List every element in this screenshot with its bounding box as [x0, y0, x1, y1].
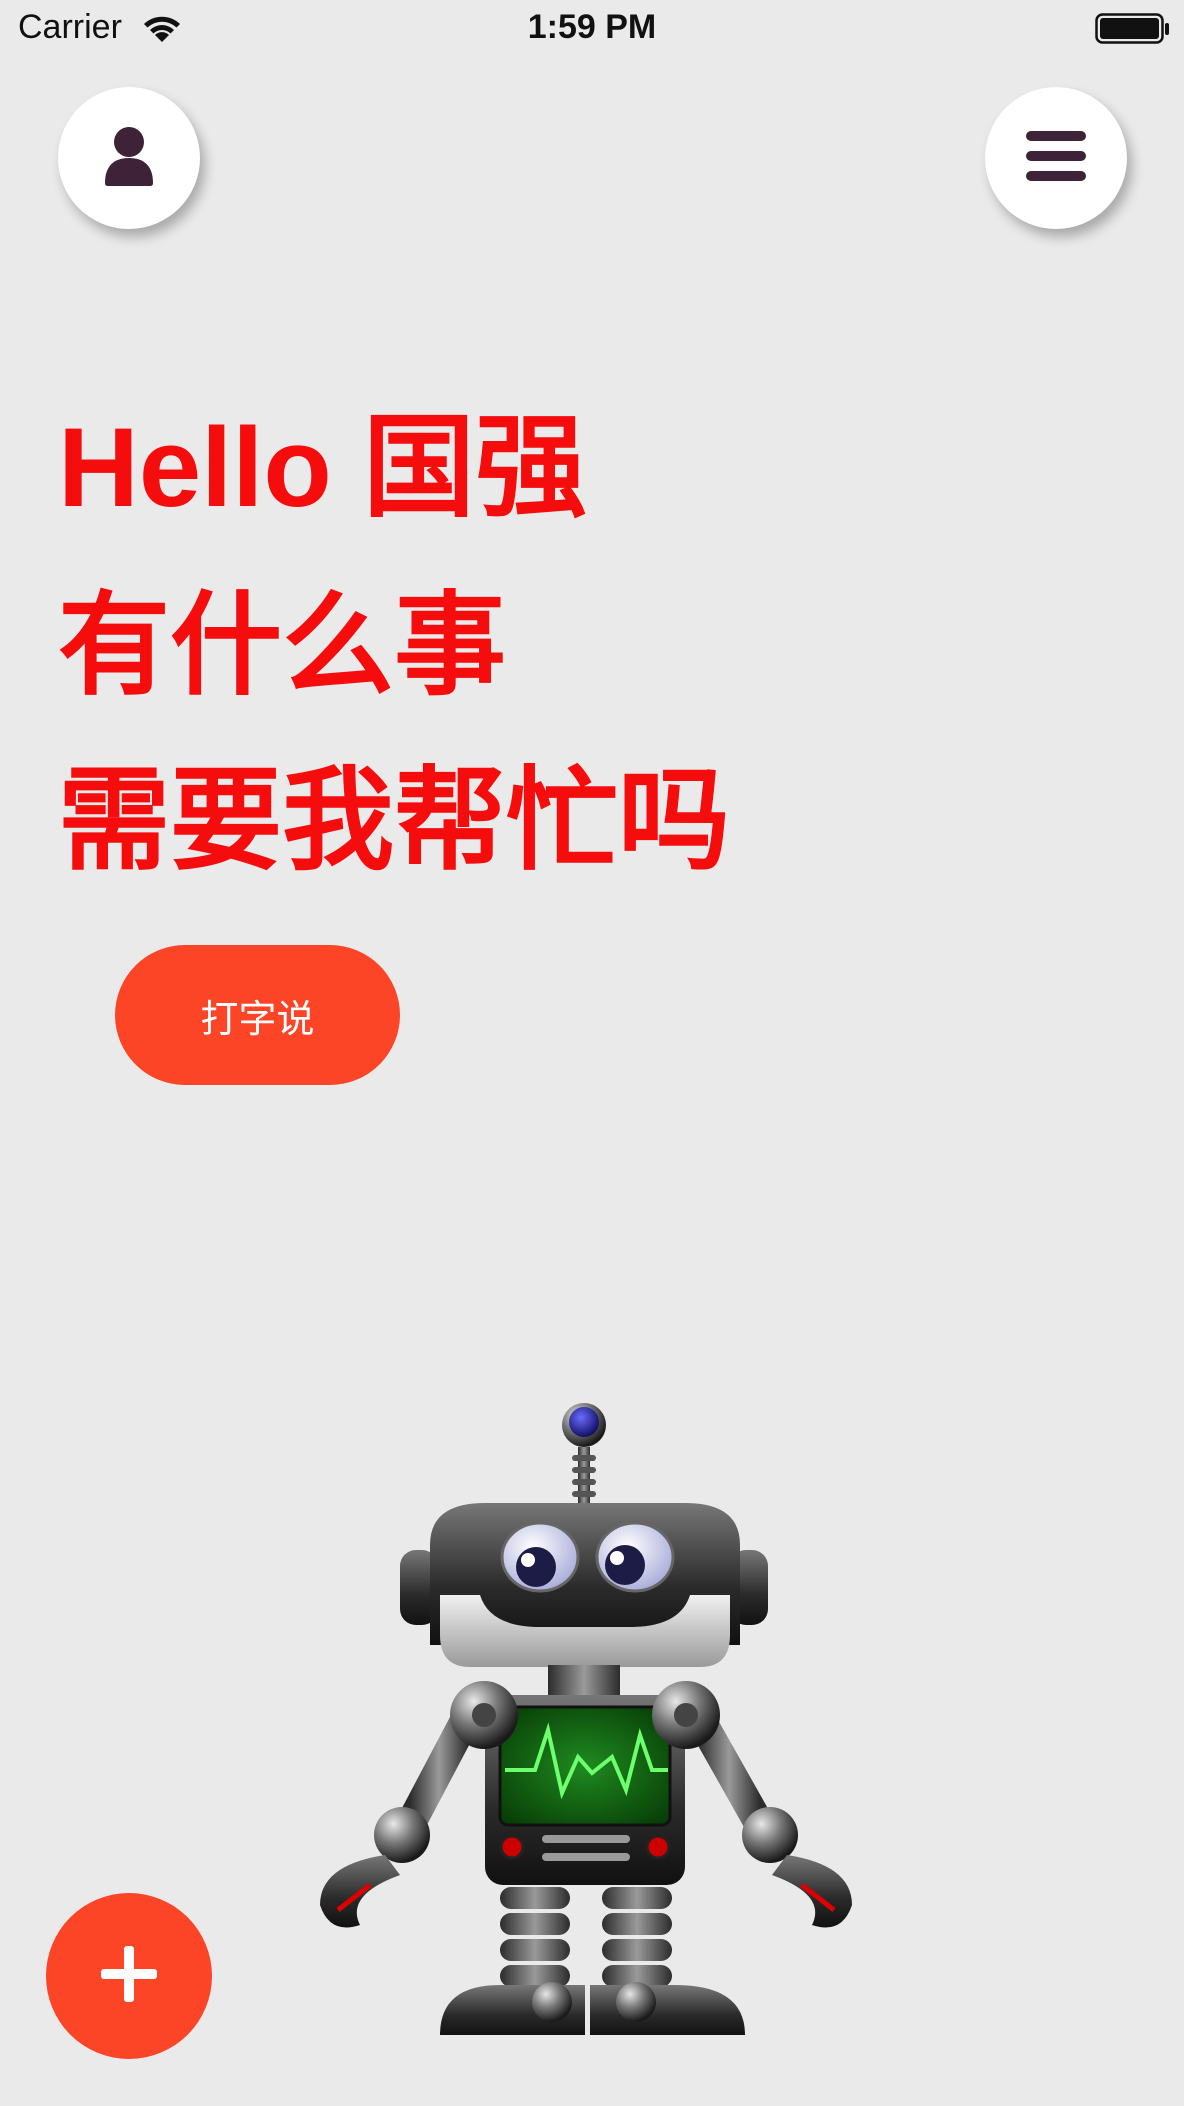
type-to-speak-button[interactable]: 打字说 [115, 945, 400, 1085]
greeting-line-2: 有什么事 [58, 583, 506, 708]
status-bar: Carrier 1:59 PM [0, 0, 1184, 60]
greeting-line-3: 需要我帮忙吗 [58, 758, 730, 883]
battery-icon [1095, 13, 1171, 50]
add-button[interactable] [46, 1893, 212, 2059]
status-time: 1:59 PM [527, 8, 657, 46]
greeting-line-1: Hello 国强 [58, 405, 587, 530]
person-icon [103, 125, 155, 192]
menu-button[interactable] [985, 87, 1127, 229]
profile-button[interactable] [58, 87, 200, 229]
hamburger-menu-icon [1026, 129, 1086, 188]
robot-illustration [300, 1395, 880, 2050]
plus-icon [99, 1944, 159, 2009]
